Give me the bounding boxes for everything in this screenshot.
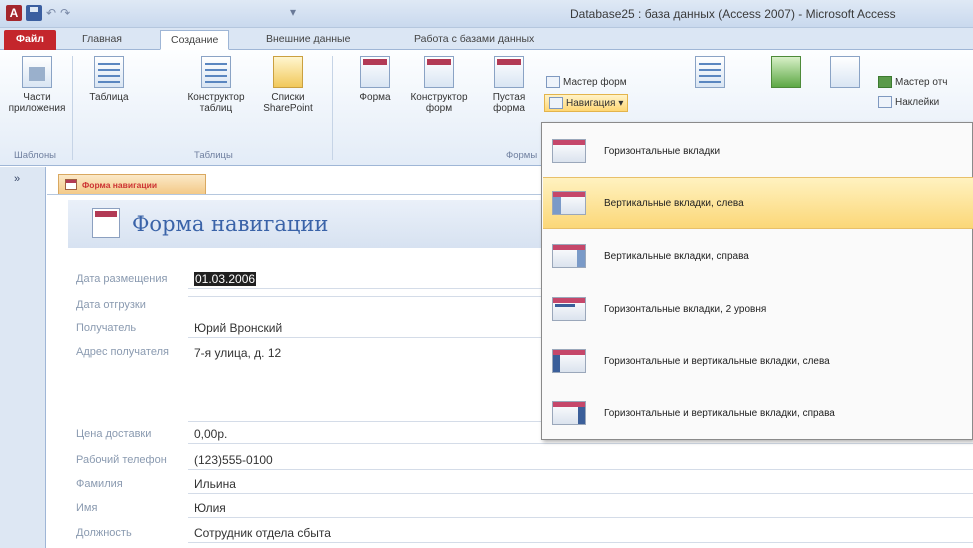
first-name-field[interactable]: Юлия: [188, 499, 973, 518]
sharepoint-lists-icon: [273, 56, 303, 88]
blank-form-icon: [494, 56, 524, 88]
menu-item-label: Горизонтальные вкладки: [604, 145, 721, 157]
menu-item-horizontal-vertical-right[interactable]: Горизонтальные и вертикальные вкладки, с…: [543, 387, 973, 439]
field-label: Имя: [76, 502, 98, 514]
field-label: Дата отгрузки: [76, 299, 146, 311]
menu-item-vertical-tabs-right[interactable]: Вертикальные вкладки, справа: [543, 230, 973, 282]
title-bar: A ↶ ↷ ▾ Database25 : база данных (Access…: [0, 0, 973, 28]
document-tab[interactable]: Форма навигации: [58, 174, 206, 194]
field-label: Получатель: [76, 322, 137, 334]
redo-icon[interactable]: ↷: [60, 5, 70, 21]
tab-file[interactable]: Файл: [4, 30, 56, 50]
form-designer-button[interactable]: Конструктор форм: [402, 56, 476, 114]
report-wizard-label: Мастер отч: [895, 76, 948, 88]
form-wizard-button[interactable]: Мастер форм: [546, 76, 627, 88]
report-icon: [695, 56, 725, 88]
table-designer-icon: [201, 56, 231, 88]
undo-icon[interactable]: ↶: [46, 5, 56, 21]
report-wizard-button[interactable]: Мастер отч: [878, 76, 948, 88]
labels-label: Наклейки: [895, 96, 940, 108]
table-button[interactable]: Таблица: [76, 56, 142, 103]
navigation-layout-menu: Горизонтальные вкладки Вертикальные вкла…: [541, 122, 973, 440]
templates-group-label: Шаблоны: [14, 150, 57, 161]
field-value: 01.03.2006: [194, 272, 257, 286]
blank-report-icon: [830, 56, 860, 88]
menu-item-label: Вертикальные вкладки, справа: [604, 250, 749, 262]
form-button[interactable]: Форма: [350, 56, 400, 103]
navigation-label: Навигация: [566, 97, 616, 109]
labels-icon: [878, 96, 892, 108]
horizontal-tabs-2-levels-icon: [552, 297, 586, 321]
navigation-icon: [549, 97, 563, 109]
access-app-icon[interactable]: A: [6, 5, 22, 21]
app-parts-label: Части приложения: [8, 92, 66, 114]
forms-group-label: Формы: [506, 150, 538, 161]
menu-item-label: Вертикальные вкладки, слева: [604, 197, 744, 209]
horizontal-vertical-left-icon: [552, 349, 586, 373]
table-designer-button[interactable]: Конструктор таблиц: [178, 56, 254, 114]
report-designer-icon: [771, 56, 801, 88]
form-wizard-label: Мастер форм: [563, 76, 627, 88]
labels-button[interactable]: Наклейки: [878, 96, 939, 108]
save-icon[interactable]: [26, 5, 42, 21]
form-title: Форма навигации: [132, 212, 329, 236]
menu-item-horizontal-tabs[interactable]: Горизонтальные вкладки: [543, 125, 973, 177]
form-header-icon: [92, 208, 120, 238]
field-label: Рабочий телефон: [76, 454, 167, 466]
horizontal-tabs-icon: [552, 139, 586, 163]
form-designer-label: Конструктор форм: [410, 92, 468, 114]
blank-form-button[interactable]: Пустая форма: [480, 56, 538, 114]
window-title: Database25 : база данных (Access 2007) -…: [570, 7, 896, 21]
tab-database-tools[interactable]: Работа с базами данных: [404, 30, 544, 50]
ribbon-tabs: Файл Главная Создание Внешние данные Раб…: [0, 28, 973, 50]
report-designer-button[interactable]: [766, 56, 806, 92]
table-label: Таблица: [89, 92, 129, 103]
sharepoint-lists-label: Списки SharePoint: [263, 92, 313, 114]
app-parts-button[interactable]: Части приложения: [6, 56, 68, 114]
chevron-down-icon: ▾: [618, 97, 624, 109]
form-designer-icon: [424, 56, 454, 88]
app-parts-icon: [22, 56, 52, 88]
report-wizard-icon: [878, 76, 892, 88]
menu-item-vertical-tabs-left[interactable]: Вертикальные вкладки, слева: [543, 177, 973, 229]
form-wizard-icon: [546, 76, 560, 88]
sharepoint-lists-button[interactable]: Списки SharePoint: [258, 56, 318, 114]
last-name-field[interactable]: Ильина: [188, 475, 973, 494]
group-separator: [72, 56, 73, 160]
group-separator: [332, 56, 333, 160]
tab-external-data[interactable]: Внешние данные: [256, 30, 360, 50]
menu-item-horizontal-tabs-2-levels[interactable]: Горизонтальные вкладки, 2 уровня: [543, 283, 973, 335]
blank-form-label: Пустая форма: [492, 92, 526, 114]
navigation-button[interactable]: Навигация ▾: [544, 94, 629, 112]
quick-access-toolbar: A ↶ ↷: [6, 5, 70, 21]
navigation-pane-collapsed[interactable]: »: [0, 167, 46, 548]
report-button[interactable]: [690, 56, 730, 92]
table-icon: [94, 56, 124, 88]
vertical-tabs-right-icon: [552, 244, 586, 268]
field-label: Цена доставки: [76, 428, 152, 440]
menu-item-label: Горизонтальные вкладки, 2 уровня: [604, 303, 767, 315]
blank-report-button[interactable]: [830, 56, 860, 92]
job-title-field[interactable]: Сотрудник отдела сбыта: [188, 524, 973, 543]
table-designer-label: Конструктор таблиц: [187, 92, 245, 114]
work-phone-field[interactable]: (123)555-0100: [188, 451, 973, 470]
field-label: Дата размещения: [76, 273, 168, 285]
menu-item-label: Горизонтальные и вертикальные вкладки, с…: [604, 407, 835, 419]
field-label: Должность: [76, 527, 132, 539]
field-label: Адрес получателя: [76, 346, 169, 358]
document-tab-label: Форма навигации: [82, 179, 158, 190]
vertical-tabs-left-icon: [552, 191, 586, 215]
form-label: Форма: [359, 92, 391, 103]
form-tab-icon: [65, 179, 77, 190]
tab-create[interactable]: Создание: [160, 30, 230, 50]
menu-item-label: Горизонтальные и вертикальные вкладки, с…: [604, 355, 830, 367]
menu-item-horizontal-vertical-left[interactable]: Горизонтальные и вертикальные вкладки, с…: [543, 335, 973, 387]
field-label: Фамилия: [76, 478, 123, 490]
form-icon: [360, 56, 390, 88]
expand-pane-icon[interactable]: »: [14, 173, 20, 185]
tables-group-label: Таблицы: [194, 150, 233, 161]
horizontal-vertical-right-icon: [552, 401, 586, 425]
tab-home[interactable]: Главная: [72, 30, 132, 50]
customize-qat-icon[interactable]: ▾: [290, 5, 296, 19]
